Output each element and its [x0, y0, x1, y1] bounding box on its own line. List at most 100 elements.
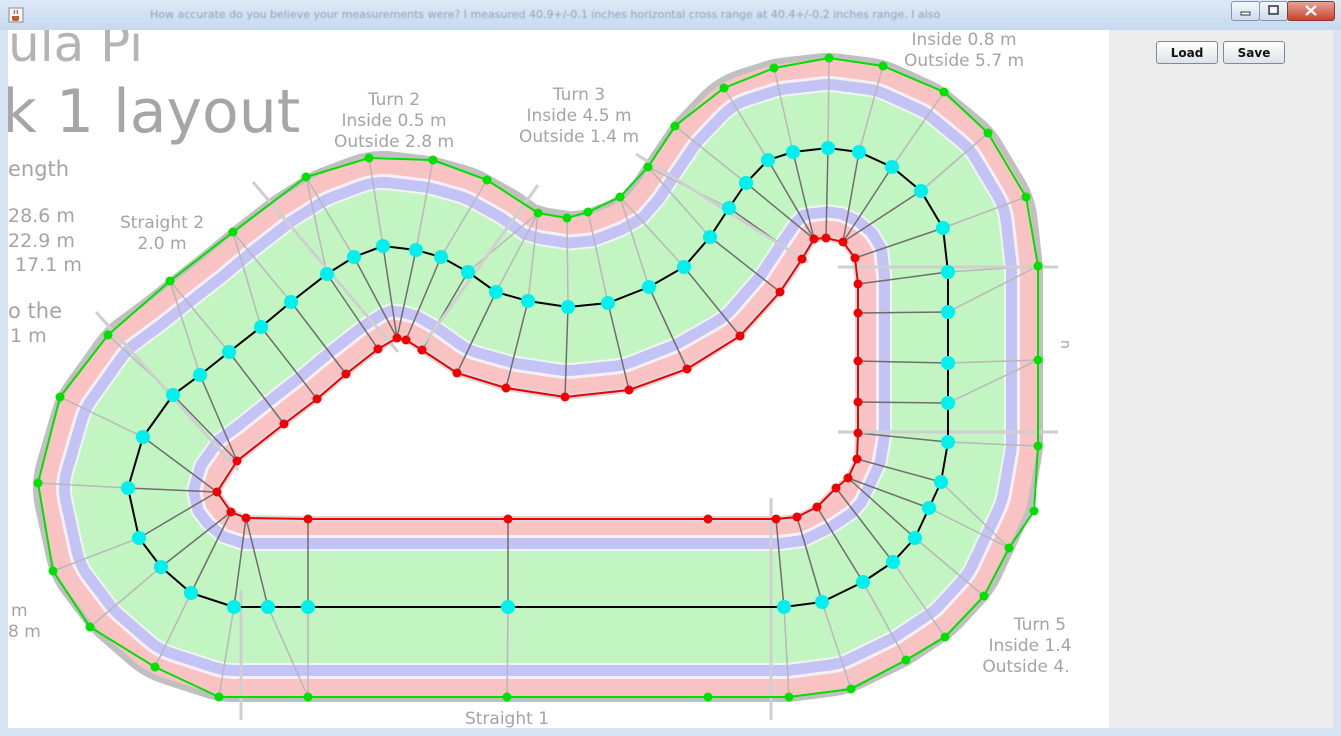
minimize-button[interactable] [1231, 1, 1260, 21]
center-point [222, 345, 236, 359]
track-canvas[interactable]: ula Pi k 1 layout ength 28.6 m 22.9 m 17… [8, 30, 1109, 728]
outer-point [983, 128, 993, 138]
center-point [941, 435, 955, 449]
outer-point [150, 662, 160, 672]
straight2-name: Straight 2 [120, 213, 204, 233]
inner-point [212, 487, 222, 497]
inner-point [452, 368, 462, 378]
outer-point [1021, 192, 1031, 202]
center-point [914, 184, 928, 198]
inner-point [232, 456, 242, 466]
center-point [501, 600, 515, 614]
maximize-button[interactable] [1259, 1, 1288, 21]
straight1-name: Straight 1 [465, 709, 549, 728]
outer-point [670, 121, 680, 131]
length-value-1: 28.6 m [8, 205, 75, 227]
outer-point [103, 330, 113, 340]
outer-point [643, 162, 653, 172]
center-point [434, 250, 448, 264]
outer-point [846, 684, 856, 694]
center-point [885, 160, 899, 174]
center-point [941, 396, 955, 410]
inner-point [703, 514, 713, 524]
inner-point [303, 514, 313, 524]
center-point [722, 201, 736, 215]
center-point [852, 145, 866, 159]
outer-point [1004, 543, 1014, 553]
inner-point [771, 514, 781, 524]
minimize-icon [1240, 11, 1251, 16]
inner-point [735, 331, 745, 341]
outer-point [228, 227, 238, 237]
outer-point [301, 172, 311, 182]
center-point [121, 481, 135, 495]
center-point [166, 388, 180, 402]
center-point [254, 320, 268, 334]
outer-point [940, 632, 950, 642]
outer-point [824, 53, 834, 63]
close-button[interactable] [1287, 1, 1335, 21]
outer-point [33, 478, 43, 488]
load-button[interactable]: Load [1156, 41, 1218, 64]
center-point [521, 294, 535, 308]
outer-point [364, 153, 374, 163]
inner-point [503, 514, 513, 524]
inner-point [838, 237, 848, 247]
inner-point [226, 507, 236, 517]
center-point [601, 296, 615, 310]
center-point [739, 176, 753, 190]
center-point [642, 280, 656, 294]
outer-point [1033, 261, 1043, 271]
side-panel: Load Save [1109, 30, 1333, 728]
center-point [227, 600, 241, 614]
title-bar[interactable]: How accurate do you believe your measure… [0, 0, 1341, 30]
center-point [941, 356, 955, 370]
outer-point [55, 392, 65, 402]
outer-point [85, 622, 95, 632]
outer-spoke [506, 606, 509, 698]
client-area: ula Pi k 1 layout ength 28.6 m 22.9 m 17… [8, 30, 1333, 728]
outer-point [784, 692, 794, 702]
center-point [154, 560, 168, 574]
outer-point [703, 692, 713, 702]
outer-point [878, 61, 888, 71]
inner-point [831, 483, 841, 493]
inner-point [853, 308, 863, 318]
turn5-outside: Outside 4. [982, 657, 1069, 677]
outer-spoke [827, 57, 830, 149]
center-point [136, 430, 150, 444]
center-point [821, 141, 835, 155]
inner-point [373, 344, 383, 354]
center-point [184, 586, 198, 600]
turn2-outside: Outside 2.8 m [334, 132, 454, 152]
turn4-inside: Inside 0.8 m [911, 30, 1016, 50]
outer-point [583, 207, 593, 217]
length-value-3: 17.1 m [15, 254, 82, 276]
center-point [934, 475, 948, 489]
outer-point [1033, 441, 1043, 451]
inner-point [312, 394, 322, 404]
inner-point [853, 397, 863, 407]
bottom-left-line2: 8 m [8, 622, 41, 642]
center-point [301, 600, 315, 614]
inner-point [241, 513, 251, 523]
center-point [941, 305, 955, 319]
inner-point [853, 279, 863, 289]
turn3-outside: Outside 1.4 m [519, 127, 639, 147]
outer-point [1029, 506, 1039, 516]
inner-point [809, 234, 819, 244]
outer-point [719, 83, 729, 93]
center-point [284, 295, 298, 309]
inner-point [279, 419, 289, 429]
save-button[interactable]: Save [1223, 41, 1285, 64]
center-point [703, 230, 717, 244]
inner-spoke [857, 311, 949, 314]
java-cup-icon [8, 7, 24, 23]
inner-spoke [857, 401, 949, 404]
note-line2: .1 m [8, 325, 47, 347]
turn2-inside: Inside 0.5 m [341, 111, 446, 131]
maximize-icon [1268, 5, 1279, 15]
center-point [461, 265, 475, 279]
outer-point [303, 692, 313, 702]
center-point [489, 285, 503, 299]
